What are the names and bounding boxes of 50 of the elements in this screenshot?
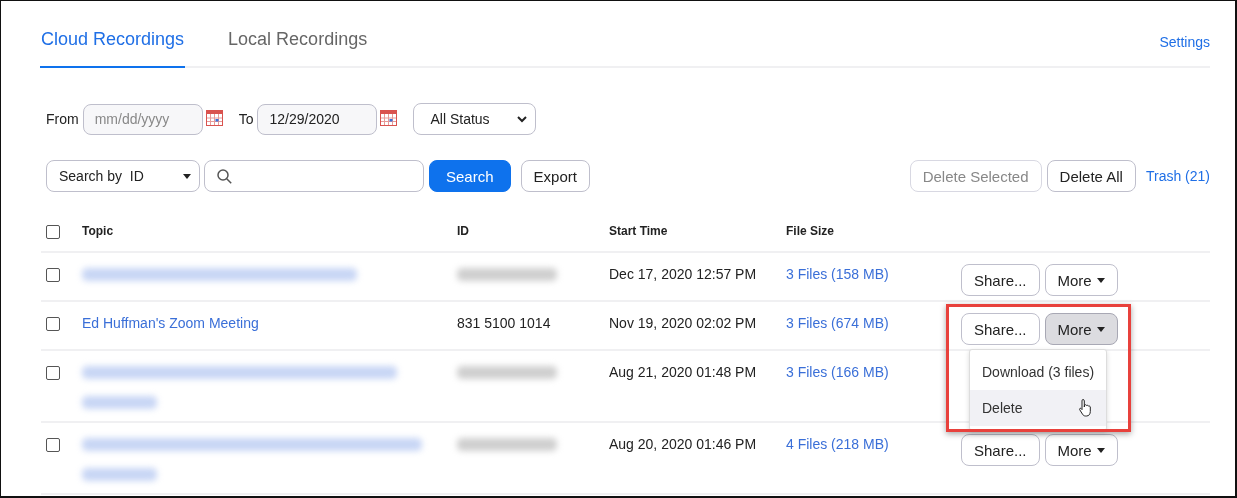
to-label: To: [238, 111, 254, 127]
calendar-icon[interactable]: [205, 109, 223, 126]
share-button[interactable]: Share...: [961, 434, 1040, 466]
menu-item[interactable]: Download (3 files): [970, 354, 1106, 390]
meeting-id: 831 5100 1014: [457, 315, 551, 331]
more-button[interactable]: More: [1044, 313, 1118, 345]
more-button[interactable]: More: [1044, 434, 1118, 466]
trash-link[interactable]: Trash (21): [1145, 168, 1210, 184]
tab[interactable]: Cloud Recordings: [40, 29, 186, 68]
start-time: Aug 20, 2020 01:46 PM: [609, 436, 757, 452]
start-time: Dec 17, 2020 12:57 PM: [609, 266, 757, 282]
tab[interactable]: Local Recordings: [227, 29, 369, 68]
column-header: File Size: [786, 224, 835, 238]
caret-icon: [1096, 326, 1105, 332]
from-date-field[interactable]: mm/dd/yyyy: [82, 103, 203, 135]
row-checkbox[interactable]: [46, 366, 60, 380]
settings-link[interactable]: Settings: [1159, 34, 1210, 50]
select-all-checkbox[interactable]: [46, 224, 60, 239]
row-checkbox[interactable]: [46, 268, 60, 282]
caret-icon: [1096, 277, 1105, 283]
caret-icon: [183, 173, 191, 179]
chevron-icon: [517, 115, 528, 123]
menu-item[interactable]: Delete: [970, 390, 1106, 426]
export-button[interactable]: Export: [520, 160, 590, 192]
delete-button[interactable]: Delete All: [1046, 160, 1136, 192]
hand-cursor-icon: [1078, 398, 1094, 418]
from-label: From: [46, 111, 79, 127]
caret-icon: [1096, 447, 1105, 453]
files-link[interactable]: 3 Files (166 MB): [786, 364, 889, 380]
column-header: Topic: [82, 224, 114, 238]
column-header: ID: [457, 224, 469, 238]
files-link[interactable]: 3 Files (158 MB): [786, 266, 889, 282]
more-button[interactable]: More: [1044, 264, 1118, 296]
calendar-icon[interactable]: [380, 109, 398, 126]
search-field[interactable]: [204, 160, 424, 192]
share-button[interactable]: Share...: [961, 264, 1040, 296]
topic-link[interactable]: Ed Huffman's Zoom Meeting: [82, 315, 259, 331]
files-link[interactable]: 4 Files (218 MB): [786, 436, 889, 452]
start-time: Nov 19, 2020 02:02 PM: [609, 315, 757, 331]
row-checkbox[interactable]: [46, 317, 60, 331]
search-icon: [217, 168, 232, 184]
search-type-dropdown[interactable]: Search by ID: [46, 160, 200, 192]
start-time: Aug 21, 2020 01:48 PM: [609, 364, 757, 380]
share-button[interactable]: Share...: [961, 313, 1040, 345]
to-date-field[interactable]: 12/29/2020: [257, 103, 378, 135]
row-checkbox[interactable]: [46, 438, 60, 452]
status-dropdown[interactable]: All Status: [413, 103, 537, 135]
files-link[interactable]: 3 Files (674 MB): [786, 315, 889, 331]
column-header: Start Time: [609, 224, 668, 238]
search-button[interactable]: Search: [429, 160, 511, 192]
